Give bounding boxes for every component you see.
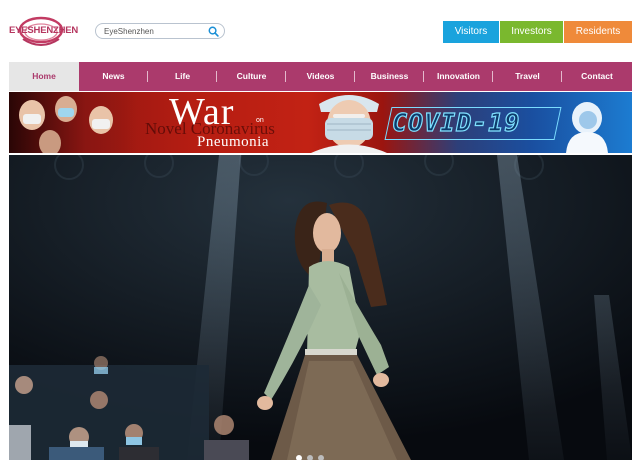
banner-mask — [92, 119, 110, 129]
nav-item-business[interactable]: Business — [355, 62, 424, 91]
nav-item-label: Culture — [236, 71, 267, 81]
banner-mask — [58, 108, 74, 117]
covid-tag: COVID-19 — [391, 107, 521, 137]
ppe-worker-image — [566, 102, 608, 153]
nav-item-travel[interactable]: Travel — [493, 62, 562, 91]
nurse-image — [311, 95, 387, 153]
banner-title: War — [169, 92, 235, 133]
search-box — [95, 23, 225, 39]
nav-item-innovation[interactable]: Innovation — [424, 62, 493, 91]
slider-dot-3[interactable] — [318, 455, 324, 460]
visitors-button[interactable]: Visitors — [443, 21, 499, 43]
site-header: EYESHENZHEN Visitors Investors Residents — [0, 0, 641, 62]
nav-item-news[interactable]: News — [79, 62, 148, 91]
investors-button[interactable]: Investors — [500, 21, 563, 43]
banner-title-on: on — [256, 117, 264, 124]
main-nav: Home News Life Culture Videos Business I… — [9, 62, 632, 91]
banner-face — [39, 130, 61, 153]
search-input[interactable] — [104, 25, 204, 37]
nav-item-label: Travel — [515, 71, 540, 81]
nav-item-label: Business — [370, 71, 409, 81]
nav-item-label: Life — [174, 71, 191, 81]
nav-item-label: Home — [32, 71, 56, 81]
logo-text: EYESHENZHEN — [9, 25, 79, 36]
hero-slider[interactable] — [9, 155, 632, 460]
banner-people-image — [9, 92, 137, 153]
nav-item-life[interactable]: Life — [148, 62, 217, 91]
residents-button[interactable]: Residents — [564, 21, 632, 43]
hero-fashion-photo — [9, 155, 632, 460]
search-icon[interactable] — [208, 26, 219, 37]
nav-item-culture[interactable]: Culture — [217, 62, 286, 91]
slider-dot-2[interactable] — [307, 455, 313, 460]
nav-item-home[interactable]: Home — [9, 62, 79, 91]
banner-subtitle: Pneumonia — [197, 134, 269, 150]
slider-dot-1[interactable] — [296, 455, 302, 460]
nav-item-label: Innovation — [437, 71, 480, 81]
nav-item-label: Videos — [306, 71, 335, 81]
nav-item-label: Contact — [581, 71, 613, 81]
nav-item-label: News — [102, 71, 125, 81]
covid-banner[interactable]: Novel Coronavirus War on Pneumonia COVID… — [9, 92, 632, 153]
banner-mask — [23, 114, 41, 124]
nav-item-contact[interactable]: Contact — [562, 62, 632, 91]
site-logo[interactable]: EYESHENZHEN — [9, 11, 79, 51]
nav-item-videos[interactable]: Videos — [286, 62, 355, 91]
page: EYESHENZHEN Visitors Investors Residents… — [0, 0, 641, 460]
